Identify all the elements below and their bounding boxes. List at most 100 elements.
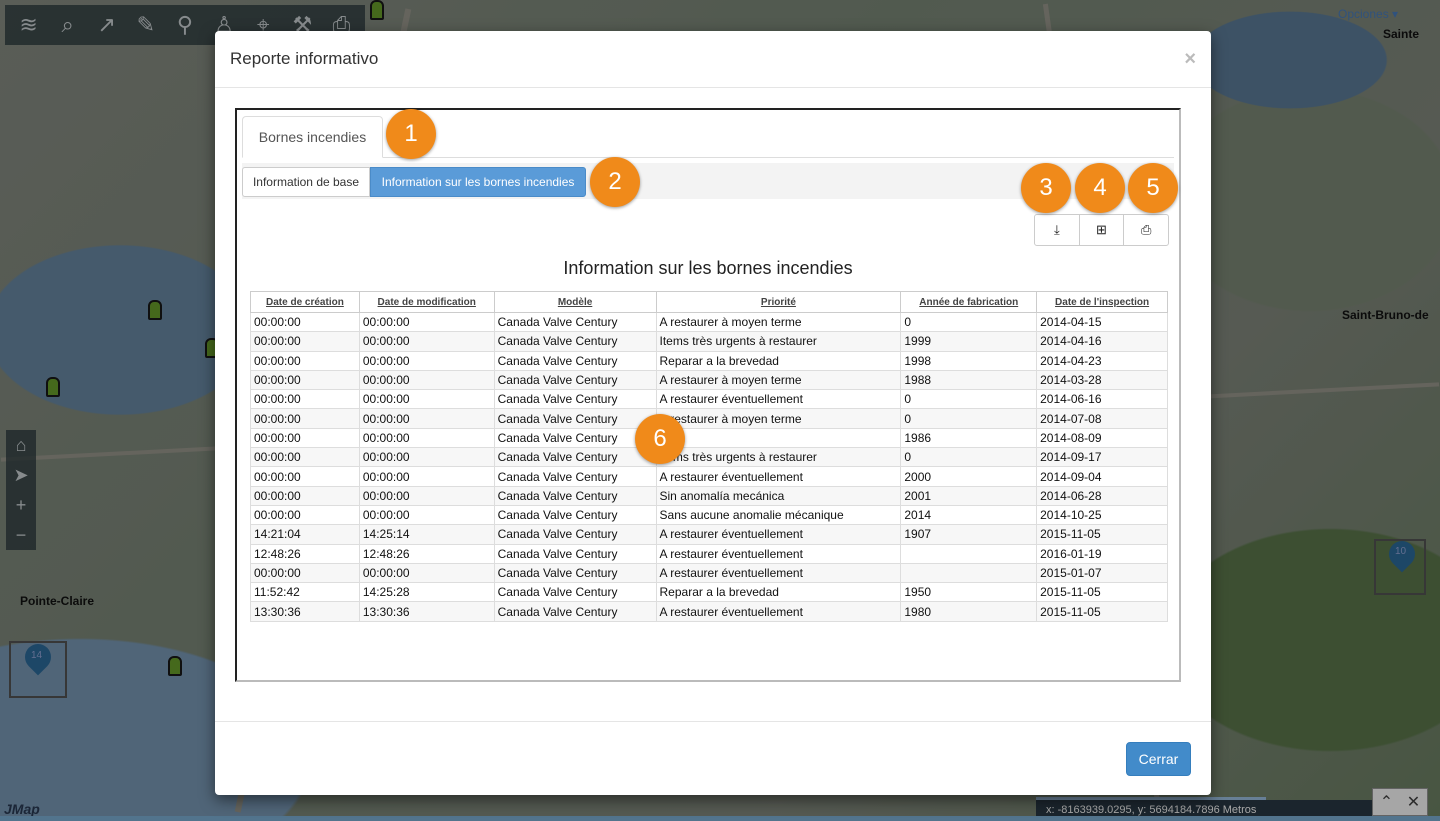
annotation-badge: 4 bbox=[1075, 163, 1125, 213]
table-row: 14:21:04 14:25:14 Canada Valve Century A re… bbox=[250, 524, 1168, 545]
column-header[interactable]: Priorité bbox=[655, 291, 902, 313]
table-cell: 00:00:00 bbox=[250, 311, 360, 333]
table-cell: 00:00:00 bbox=[250, 331, 360, 352]
column-header[interactable]: Date de modification bbox=[358, 291, 495, 313]
table-row: 00:00:00 00:00:00 Canada Valve Century Sans… bbox=[250, 504, 1168, 526]
table-cell: Items très urgents à restaurer bbox=[655, 331, 902, 352]
table-cell: 13:30:36 bbox=[250, 601, 360, 622]
table-cell: 12:48:26 bbox=[250, 543, 360, 564]
column-header[interactable]: Année de fabrication bbox=[900, 291, 1038, 313]
table-cell: 1980 bbox=[900, 601, 1038, 622]
annotation-badge: 1 bbox=[386, 109, 436, 159]
table-cell: 2016-01-19 bbox=[1036, 543, 1168, 564]
column-header[interactable]: Modèle bbox=[493, 291, 657, 313]
table-cell: 13:30:36 bbox=[358, 601, 495, 622]
table-cell: 00:00:00 bbox=[250, 504, 360, 526]
table-cell: 2001 bbox=[900, 485, 1038, 506]
table-row: 00:00:00 00:00:00 Canada Valve Century Item… bbox=[250, 447, 1168, 468]
table-cell: 2015-11-05 bbox=[1036, 582, 1168, 603]
table-cell: Canada Valve Century bbox=[493, 389, 657, 410]
table-cell: 1999 bbox=[900, 331, 1038, 352]
table-cell: 1950 bbox=[900, 582, 1038, 603]
table-cell: Canada Valve Century bbox=[493, 485, 657, 506]
table-cell: Reparar a la brevedad bbox=[655, 582, 902, 603]
table-cell: A restaurer à moyen terme bbox=[655, 369, 902, 391]
annotation-badge: 5 bbox=[1128, 163, 1178, 213]
table-cell: A restaurer éventuellement bbox=[655, 389, 902, 410]
table-cell: 00:00:00 bbox=[250, 466, 360, 487]
table-cell: 00:00:00 bbox=[358, 504, 495, 526]
table-cell: Canada Valve Century bbox=[493, 562, 657, 584]
table-cell: Canada Valve Century bbox=[493, 504, 657, 526]
table-cell: Canada Valve Century bbox=[493, 524, 657, 545]
table-cell: A restaurer éventuellement bbox=[655, 562, 902, 584]
table-cell: 0 bbox=[900, 389, 1038, 410]
print-icon[interactable]: ⎙ bbox=[1124, 215, 1168, 245]
table-cell: 2014-04-16 bbox=[1036, 331, 1168, 352]
column-header[interactable]: Date de création bbox=[250, 291, 360, 313]
table-cell: Canada Valve Century bbox=[493, 543, 657, 564]
table-cell: 00:00:00 bbox=[358, 389, 495, 410]
sub-tab-information-de-base[interactable]: Information de base bbox=[242, 167, 370, 197]
table-row: 00:00:00 00:00:00 Canada Valve Century A re… bbox=[250, 389, 1168, 410]
table-cell: 2014-07-08 bbox=[1036, 408, 1168, 429]
table-cell: Sans aucune anomalie mécanique bbox=[655, 504, 902, 526]
export-actions: ⤓ ⊞ ⎙ bbox=[1034, 214, 1169, 246]
table-cell: 00:00:00 bbox=[358, 485, 495, 506]
table-row: 12:48:26 12:48:26 Canada Valve Century A re… bbox=[250, 543, 1168, 564]
close-icon[interactable]: × bbox=[1184, 48, 1196, 71]
table-cell: 2014-09-17 bbox=[1036, 447, 1168, 468]
table-cell: 2015-11-05 bbox=[1036, 524, 1168, 545]
table-cell: A restaurer à moyen terme bbox=[655, 408, 902, 429]
table-cell: Canada Valve Century bbox=[493, 331, 657, 352]
table-cell: 00:00:00 bbox=[358, 369, 495, 391]
close-button[interactable]: Cerrar bbox=[1126, 742, 1191, 776]
tab-bar: Bornes incendies bbox=[242, 116, 1174, 158]
table-cell: 2014-10-25 bbox=[1036, 504, 1168, 526]
annotation-badge: 3 bbox=[1021, 163, 1071, 213]
column-header[interactable]: Date de l'inspection bbox=[1036, 291, 1168, 313]
export-icon[interactable]: ⤓ bbox=[1035, 215, 1080, 245]
table-cell: 00:00:00 bbox=[250, 562, 360, 584]
table-row: 00:00:00 00:00:00 Canada Valve Century Sin … bbox=[250, 485, 1168, 506]
table-cell: 00:00:00 bbox=[358, 466, 495, 487]
table-cell: Canada Valve Century bbox=[493, 369, 657, 391]
report-modal: Reporte informativo × Bornes incendies I… bbox=[215, 31, 1211, 795]
table-cell: 00:00:00 bbox=[250, 389, 360, 410]
table-header-row: Date de création Date de modification Mo… bbox=[250, 291, 1168, 313]
table-cell: 11:52:42 bbox=[250, 582, 360, 603]
table-cell: 2014-09-04 bbox=[1036, 466, 1168, 487]
table-row: 00:00:00 00:00:00 Canada Valve Century Item… bbox=[250, 331, 1168, 352]
table-cell: 0 bbox=[900, 408, 1038, 429]
tab-bornes-incendies[interactable]: Bornes incendies bbox=[242, 116, 383, 158]
table-cell: Canada Valve Century bbox=[493, 408, 657, 429]
table-cell: 2014-06-28 bbox=[1036, 485, 1168, 506]
table-cell: 14:25:28 bbox=[358, 582, 495, 603]
table-cell: A restaurer éventuellement bbox=[655, 466, 902, 487]
table-cell: Canada Valve Century bbox=[493, 466, 657, 487]
table-cell: Sin anomalía mecánica bbox=[655, 485, 902, 506]
table-cell: 00:00:00 bbox=[250, 350, 360, 371]
table-cell bbox=[655, 427, 902, 449]
table-row: 00:00:00 00:00:00 Canada Valve Century 1986… bbox=[250, 427, 1168, 449]
sub-tab-information-bornes[interactable]: Information sur les bornes incendies bbox=[370, 167, 586, 197]
table-cell: 1998 bbox=[900, 350, 1038, 371]
table-cell: A restaurer éventuellement bbox=[655, 524, 902, 545]
table-cell: 00:00:00 bbox=[250, 408, 360, 429]
table-cell: Canada Valve Century bbox=[493, 311, 657, 333]
table-cell: Items très urgents à restaurer bbox=[655, 447, 902, 468]
table-cell: 2014-04-15 bbox=[1036, 311, 1168, 333]
table-cell: 2014-06-16 bbox=[1036, 389, 1168, 410]
modal-header: Reporte informativo × bbox=[215, 31, 1211, 88]
table-cell: 00:00:00 bbox=[358, 408, 495, 429]
table-cell: 14:25:14 bbox=[358, 524, 495, 545]
table-cell: A restaurer éventuellement bbox=[655, 601, 902, 622]
table-cell: 12:48:26 bbox=[358, 543, 495, 564]
hydrant-table: Date de création Date de modification Mo… bbox=[250, 291, 1168, 622]
table-cell: 1988 bbox=[900, 369, 1038, 391]
table-cell: 0 bbox=[900, 311, 1038, 333]
table-cell: 00:00:00 bbox=[250, 447, 360, 468]
table-cell: 2000 bbox=[900, 466, 1038, 487]
export-excel-icon[interactable]: ⊞ bbox=[1080, 215, 1125, 245]
table-cell: 00:00:00 bbox=[358, 427, 495, 449]
